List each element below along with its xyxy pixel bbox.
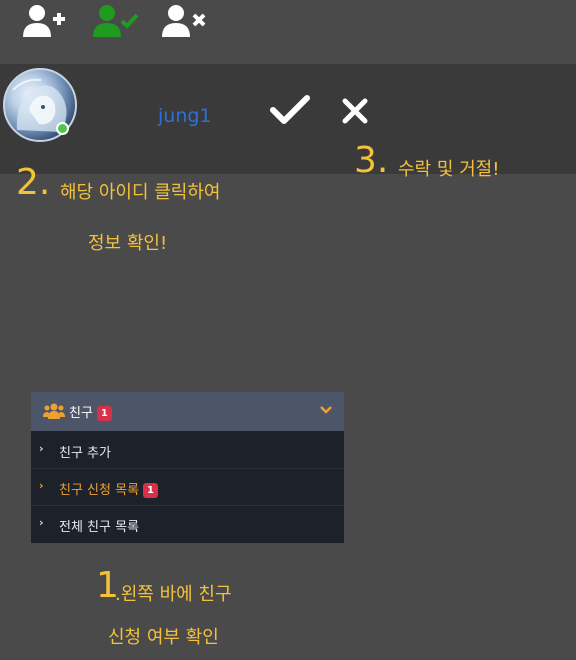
- user-check-icon: [93, 5, 139, 37]
- close-icon: [342, 98, 368, 124]
- menu-item-all-friends[interactable]: › 전체 친구 목록: [31, 506, 344, 542]
- online-status-dot: [56, 122, 69, 135]
- friend-username-link[interactable]: jung1: [158, 105, 212, 127]
- step3-text: 수락 및 거절!: [398, 159, 500, 180]
- friends-menu-header[interactable]: 친구 1: [31, 392, 344, 431]
- check-icon: [270, 95, 310, 124]
- step2-line1: 해당 아이디 클릭하여: [60, 182, 221, 203]
- step2-line2: 정보 확인!: [88, 233, 168, 254]
- chevron-right-icon: ›: [39, 516, 44, 529]
- chevron-down-icon: [320, 406, 332, 414]
- friends-menu-label: 친구: [69, 406, 93, 421]
- user-times-icon: [162, 5, 206, 37]
- users-group-icon: [43, 403, 65, 419]
- chevron-right-icon: ›: [39, 442, 44, 455]
- remove-friend-button[interactable]: [161, 4, 211, 44]
- menu-item-friend-requests[interactable]: › 친구 신청 목록 1: [31, 469, 344, 505]
- friends-count-badge: 1: [96, 406, 112, 421]
- friends-sidebar-menu: 친구 1 › 친구 추가 › 친구 신청 목록 1 › 전체 친구 목록: [31, 392, 344, 543]
- step3-number: 3.: [354, 140, 389, 181]
- chevron-right-icon: ›: [39, 479, 44, 492]
- add-friend-button[interactable]: [22, 4, 70, 44]
- friend-request-row: jung1 3. 수락 및 거절!: [0, 64, 576, 180]
- user-plus-icon: [23, 5, 65, 37]
- friend-requests-badge: 1: [143, 483, 158, 498]
- reject-button[interactable]: [342, 98, 368, 128]
- accept-button[interactable]: [270, 94, 310, 130]
- friend-confirm-button[interactable]: [92, 4, 144, 44]
- menu-item-label: 친구 추가: [59, 446, 111, 461]
- step2-number: 2.: [16, 162, 51, 203]
- menu-item-label: 전체 친구 목록: [59, 520, 140, 535]
- menu-item-label: 친구 신청 목록 1: [59, 479, 158, 498]
- step1-line1: .왼쪽 바에 친구: [115, 584, 232, 605]
- step1-line2: 신청 여부 확인: [108, 627, 219, 648]
- menu-item-add-friend[interactable]: › 친구 추가: [31, 432, 344, 468]
- friends-menu-title: 친구 1: [69, 402, 112, 421]
- friend-requests-label: 친구 신청 목록: [59, 483, 140, 498]
